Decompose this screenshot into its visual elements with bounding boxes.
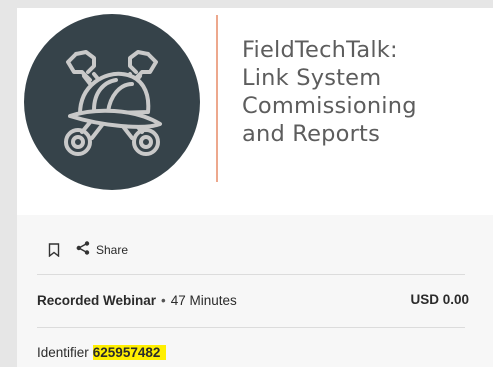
share-icon	[76, 240, 90, 260]
meta-separator: •	[161, 292, 166, 308]
banner-title-line: and Reports	[242, 121, 380, 147]
course-duration: 47 Minutes	[170, 292, 237, 308]
action-bar: Share	[48, 240, 128, 260]
course-price: USD 0.00	[410, 292, 469, 307]
course-card: FieldTechTalk: Link System Commissioning…	[17, 8, 493, 367]
identifier-row: Identifier 625957482	[37, 345, 167, 360]
share-label: Share	[96, 243, 129, 257]
wrenches-and-hardhat-icon	[24, 14, 200, 190]
accent-divider	[216, 15, 218, 182]
divider	[37, 327, 465, 328]
banner-title: FieldTechTalk: Link System Commissioning…	[242, 36, 482, 148]
course-meta: Recorded Webinar • 47 Minutes USD 0.00	[37, 290, 469, 310]
banner-title-line: Commissioning	[242, 93, 417, 119]
identifier-value: 625957482	[92, 345, 167, 360]
banner-title-line: FieldTechTalk:	[242, 37, 398, 63]
divider	[37, 274, 465, 275]
share-button[interactable]: Share	[76, 240, 129, 260]
banner-title-line: Link System	[242, 65, 382, 91]
identifier-label: Identifier	[37, 345, 89, 360]
course-banner: FieldTechTalk: Link System Commissioning…	[17, 8, 493, 215]
course-type: Recorded Webinar	[37, 292, 157, 308]
bookmark-icon[interactable]	[48, 243, 60, 258]
